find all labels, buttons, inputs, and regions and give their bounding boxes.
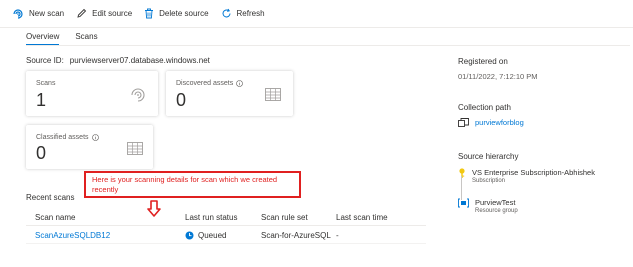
- resource-group-icon: [458, 198, 469, 208]
- column-scan-name[interactable]: Scan name: [26, 213, 185, 222]
- edit-source-button[interactable]: Edit source: [76, 8, 132, 19]
- table-row: ScanAzureSQLDB12 Queued Scan-for-AzureSQ…: [26, 227, 426, 244]
- discovered-assets-label: Discovered assets: [176, 80, 244, 87]
- source-id-value: purviewserver07.database.windows.net: [69, 56, 210, 65]
- refresh-icon: [222, 8, 231, 18]
- classified-assets-value: 0: [36, 143, 47, 163]
- info-icon[interactable]: [91, 134, 99, 141]
- scan-icon: [13, 8, 23, 19]
- collection-path-link[interactable]: purviewforblog: [475, 118, 524, 127]
- scans-card-label: Scans: [36, 80, 56, 87]
- tab-scans[interactable]: Scans: [75, 28, 97, 45]
- tab-divider: [26, 45, 630, 46]
- command-bar: New scan Edit source Delete source Refre…: [0, 0, 633, 28]
- recent-scans-header: Scan name Last run status Scan rule set …: [26, 210, 426, 226]
- source-hierarchy-label: Source hierarchy: [458, 152, 519, 161]
- table-icon: [265, 88, 281, 101]
- tab-overview[interactable]: Overview: [26, 28, 60, 46]
- scan-status: Queued: [185, 231, 261, 240]
- scan-status-text: Queued: [198, 230, 227, 240]
- source-id-label: Source ID:: [26, 56, 64, 65]
- arrow-down-icon: [147, 200, 161, 217]
- table-icon: [127, 142, 143, 155]
- delete-source-label: Delete source: [159, 9, 209, 18]
- pencil-icon: [77, 8, 87, 18]
- column-last-scan-time[interactable]: Last scan time: [336, 213, 426, 222]
- hierarchy-item-subscription: VS Enterprise Subscription-Abhishek Subs…: [458, 168, 595, 184]
- scan-name-link[interactable]: ScanAzureSQLDB12: [26, 231, 185, 240]
- resource-group-type: Resource group: [475, 208, 518, 214]
- discovered-assets-card: Discovered assets 0: [166, 71, 293, 116]
- scan-icon: [131, 88, 145, 102]
- collection-path: purviewforblog: [458, 118, 524, 128]
- collection-path-label: Collection path: [458, 103, 511, 112]
- annotation-callout: Here is your scanning details for scan w…: [84, 171, 301, 198]
- scans-card-value: 1: [36, 90, 47, 110]
- refresh-button[interactable]: Refresh: [221, 8, 265, 19]
- source-id: Source ID: purviewserver07.database.wind…: [26, 56, 210, 65]
- scans-card: Scans 1: [26, 71, 158, 116]
- edit-source-label: Edit source: [92, 9, 133, 18]
- delete-source-button[interactable]: Delete source: [144, 8, 209, 19]
- info-icon[interactable]: [236, 80, 244, 87]
- last-scan-time: -: [336, 230, 339, 240]
- column-last-run-status[interactable]: Last run status: [185, 213, 261, 222]
- classified-assets-label: Classified assets: [36, 134, 99, 141]
- registered-on-label: Registered on: [458, 57, 508, 66]
- subscription-type: Subscription: [472, 178, 506, 184]
- refresh-label: Refresh: [236, 9, 265, 18]
- registered-on-value: 01/11/2022, 7:12:10 PM: [458, 72, 538, 81]
- hierarchy-connector: [461, 176, 462, 200]
- resource-group-name: PurviewTest: [475, 198, 516, 207]
- clock-icon: [185, 231, 194, 239]
- column-scan-rule-set[interactable]: Scan rule set: [261, 213, 336, 222]
- tab-bar: Overview Scans: [26, 28, 114, 46]
- classified-assets-label-text: Classified assets: [36, 134, 89, 141]
- key-icon: [459, 168, 465, 178]
- classified-assets-card: Classified assets 0: [26, 125, 153, 169]
- discovered-assets-value: 0: [176, 90, 187, 110]
- subscription-name: VS Enterprise Subscription-Abhishek: [472, 168, 595, 177]
- scan-rule-set: Scan-for-AzureSQL: [261, 230, 331, 240]
- recent-scans-title: Recent scans: [26, 193, 75, 202]
- collection-icon: [458, 118, 469, 127]
- trash-icon: [145, 8, 154, 19]
- new-scan-label: New scan: [29, 9, 65, 18]
- new-scan-button[interactable]: New scan: [12, 8, 64, 20]
- discovered-assets-label-text: Discovered assets: [176, 80, 234, 87]
- hierarchy-item-resource-group: PurviewTest Resource group: [458, 198, 518, 214]
